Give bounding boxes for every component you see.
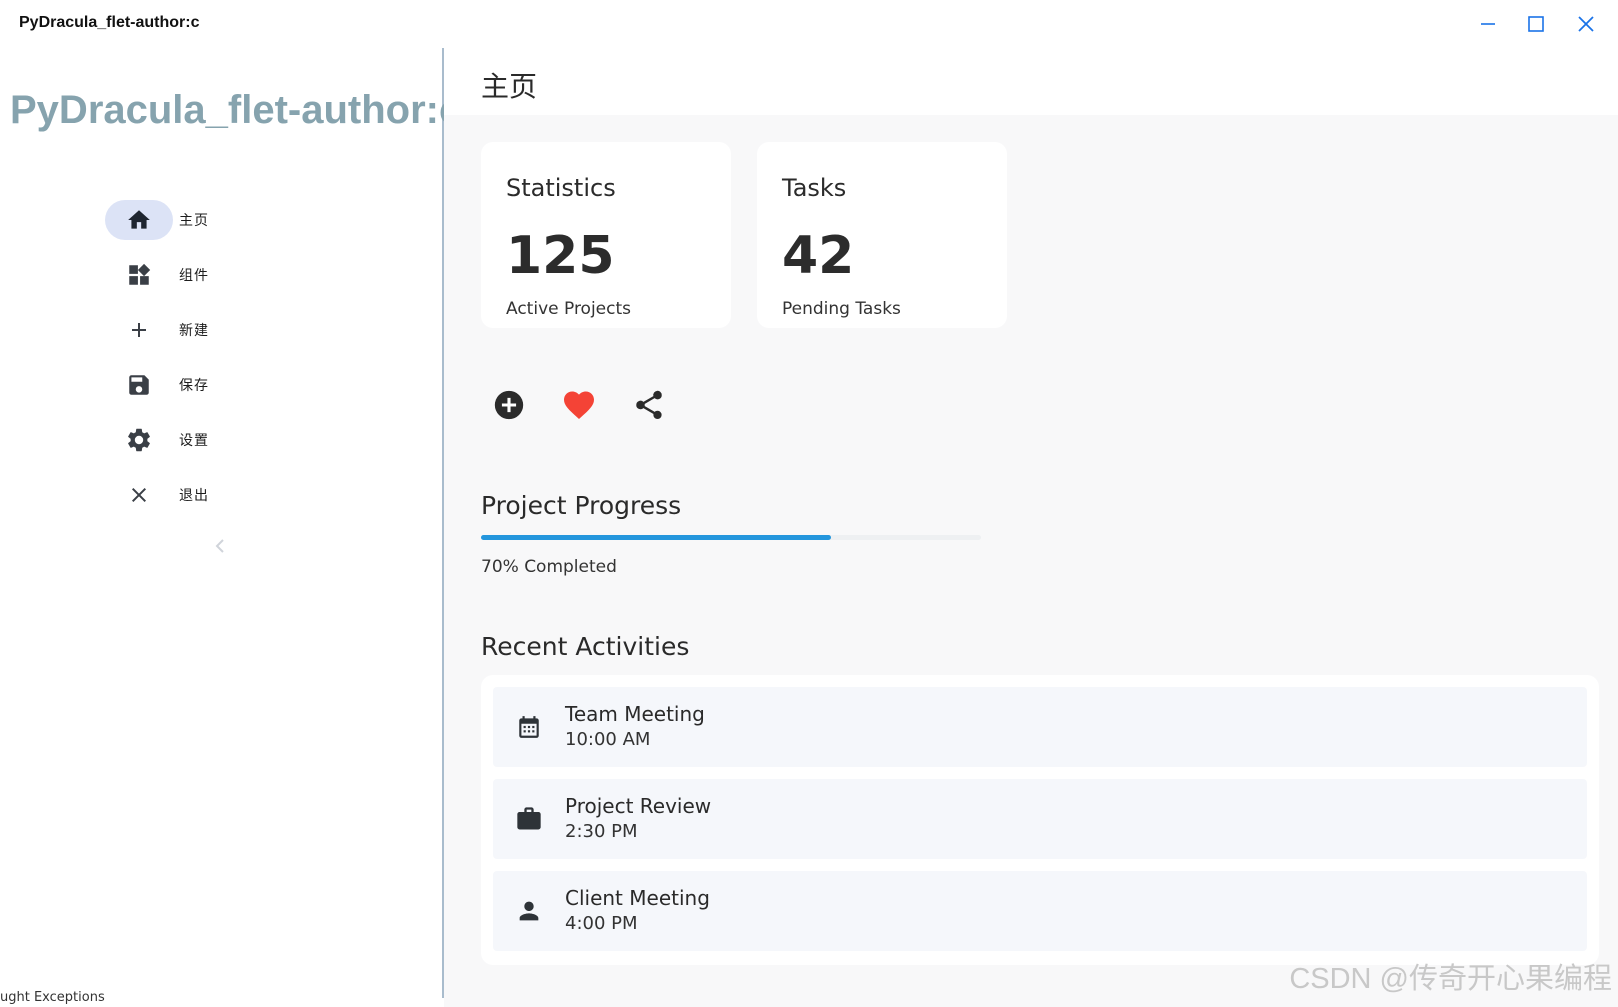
chevron-left-icon bbox=[215, 539, 224, 553]
nav-label: 组件 bbox=[179, 268, 209, 284]
progress-fill bbox=[481, 535, 831, 540]
favorite-button[interactable] bbox=[559, 385, 599, 425]
watermark: CSDN @传奇开心果编程 bbox=[1289, 963, 1612, 995]
card-title: Statistics bbox=[506, 174, 616, 202]
page-title: 主页 bbox=[481, 70, 538, 103]
progress-title: Project Progress bbox=[481, 491, 682, 520]
activities-list: Team Meeting 10:00 AM Project Review 2:3… bbox=[481, 675, 1599, 965]
list-item[interactable]: Client Meeting 4:00 PM bbox=[493, 871, 1587, 951]
card-title: Tasks bbox=[782, 174, 847, 202]
activity-name: Project Review bbox=[565, 794, 712, 818]
close-icon bbox=[105, 475, 173, 515]
progress-bar bbox=[481, 535, 981, 540]
maximize-icon bbox=[1528, 16, 1544, 32]
person-icon bbox=[513, 895, 545, 927]
card-value: 42 bbox=[782, 226, 855, 286]
minimize-button[interactable] bbox=[1468, 8, 1508, 40]
list-item[interactable]: Project Review 2:30 PM bbox=[493, 779, 1587, 859]
nav-item-settings[interactable]: 设置 bbox=[105, 420, 265, 460]
nav-item-widgets[interactable]: 组件 bbox=[105, 255, 265, 295]
add-circle-icon bbox=[494, 390, 524, 420]
close-window-button[interactable] bbox=[1566, 8, 1606, 40]
minimize-icon bbox=[1481, 23, 1495, 25]
close-window-icon bbox=[1578, 16, 1594, 32]
statistics-card: Statistics 125 Active Projects bbox=[481, 142, 731, 328]
nav-item-home[interactable]: 主页 bbox=[105, 200, 265, 240]
heart-icon bbox=[564, 391, 594, 420]
home-icon bbox=[105, 200, 173, 240]
add-icon bbox=[105, 310, 173, 350]
nav-item-new[interactable]: 新建 bbox=[105, 310, 265, 350]
add-button[interactable] bbox=[489, 385, 529, 425]
card-value: 125 bbox=[506, 226, 615, 286]
activity-name: Client Meeting bbox=[565, 886, 710, 910]
activity-text: Team Meeting 10:00 AM bbox=[565, 701, 705, 753]
maximize-button[interactable] bbox=[1516, 8, 1556, 40]
navigation-rail: 主页 组件 新建 保存 设置 退出 bbox=[105, 200, 265, 530]
activities-title: Recent Activities bbox=[481, 632, 690, 661]
main-content: Statistics 125 Active Projects Tasks 42 … bbox=[444, 115, 1618, 1007]
nav-label: 新建 bbox=[179, 323, 209, 339]
nav-label: 主页 bbox=[179, 213, 209, 229]
card-subtitle: Pending Tasks bbox=[782, 299, 901, 319]
widgets-icon bbox=[105, 255, 173, 295]
save-icon bbox=[105, 365, 173, 405]
nav-item-save[interactable]: 保存 bbox=[105, 365, 265, 405]
settings-icon bbox=[105, 420, 173, 460]
progress-label: 70% Completed bbox=[481, 557, 617, 577]
calendar-icon bbox=[513, 711, 545, 743]
activity-time: 2:30 PM bbox=[565, 821, 638, 842]
activity-text: Client Meeting 4:00 PM bbox=[565, 885, 710, 937]
share-button[interactable] bbox=[629, 385, 669, 425]
briefcase-icon bbox=[513, 803, 545, 835]
share-icon bbox=[636, 390, 662, 420]
list-item[interactable]: Team Meeting 10:00 AM bbox=[493, 687, 1587, 767]
nav-label: 设置 bbox=[179, 433, 209, 449]
activity-time: 10:00 AM bbox=[565, 729, 651, 750]
title-bar: PyDracula_flet-author:c bbox=[0, 0, 1618, 48]
activity-time: 4:00 PM bbox=[565, 913, 638, 934]
brand-title: PyDracula_flet-author:c bbox=[10, 88, 462, 132]
main-header: 主页 bbox=[444, 48, 1618, 115]
window-title: PyDracula_flet-author:c bbox=[19, 14, 200, 31]
console-text: ught Exceptions bbox=[0, 990, 105, 1005]
collapse-sidebar-button[interactable] bbox=[213, 537, 227, 559]
nav-label: 保存 bbox=[179, 378, 209, 394]
activity-name: Team Meeting bbox=[565, 702, 705, 726]
tasks-card: Tasks 42 Pending Tasks bbox=[757, 142, 1007, 328]
nav-label: 退出 bbox=[179, 488, 209, 504]
nav-item-exit[interactable]: 退出 bbox=[105, 475, 265, 515]
activity-text: Project Review 2:30 PM bbox=[565, 793, 711, 845]
card-subtitle: Active Projects bbox=[506, 299, 632, 319]
